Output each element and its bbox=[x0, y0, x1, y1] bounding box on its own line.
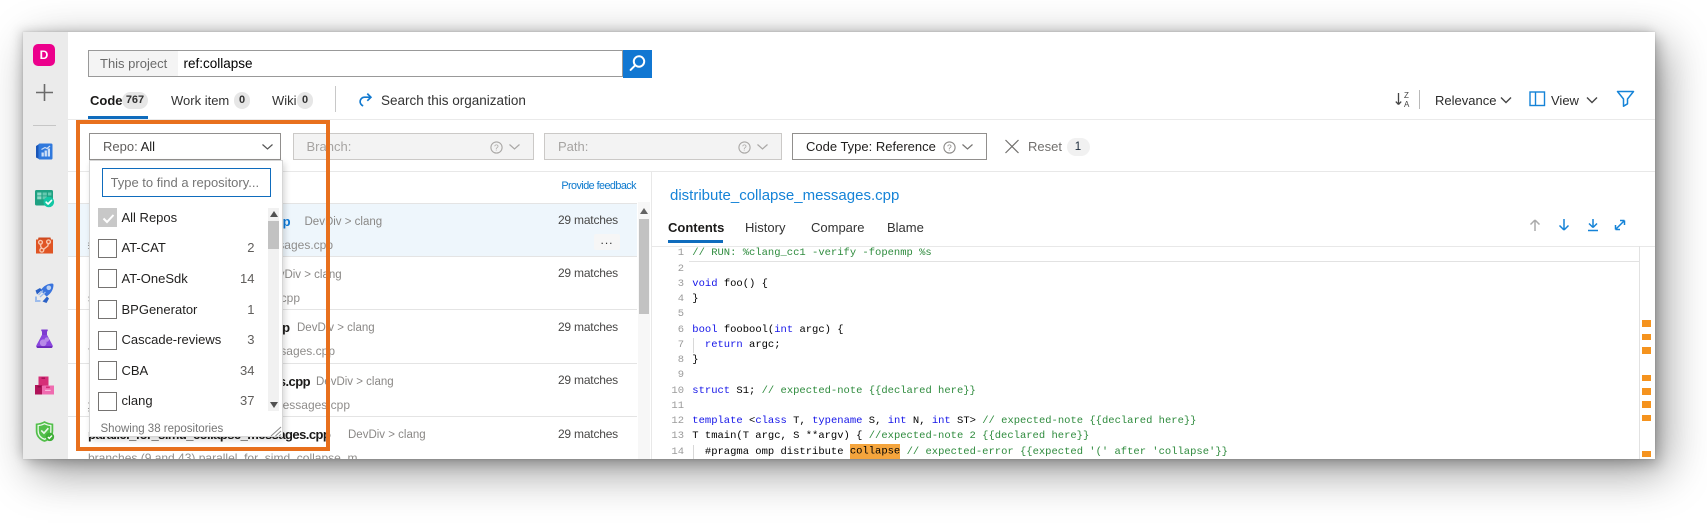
svg-text:?: ? bbox=[742, 142, 747, 152]
svg-text:?: ? bbox=[947, 142, 952, 152]
svg-text:Z: Z bbox=[1404, 91, 1409, 100]
svg-text:?: ? bbox=[494, 142, 499, 152]
svg-text:A: A bbox=[1404, 100, 1410, 108]
